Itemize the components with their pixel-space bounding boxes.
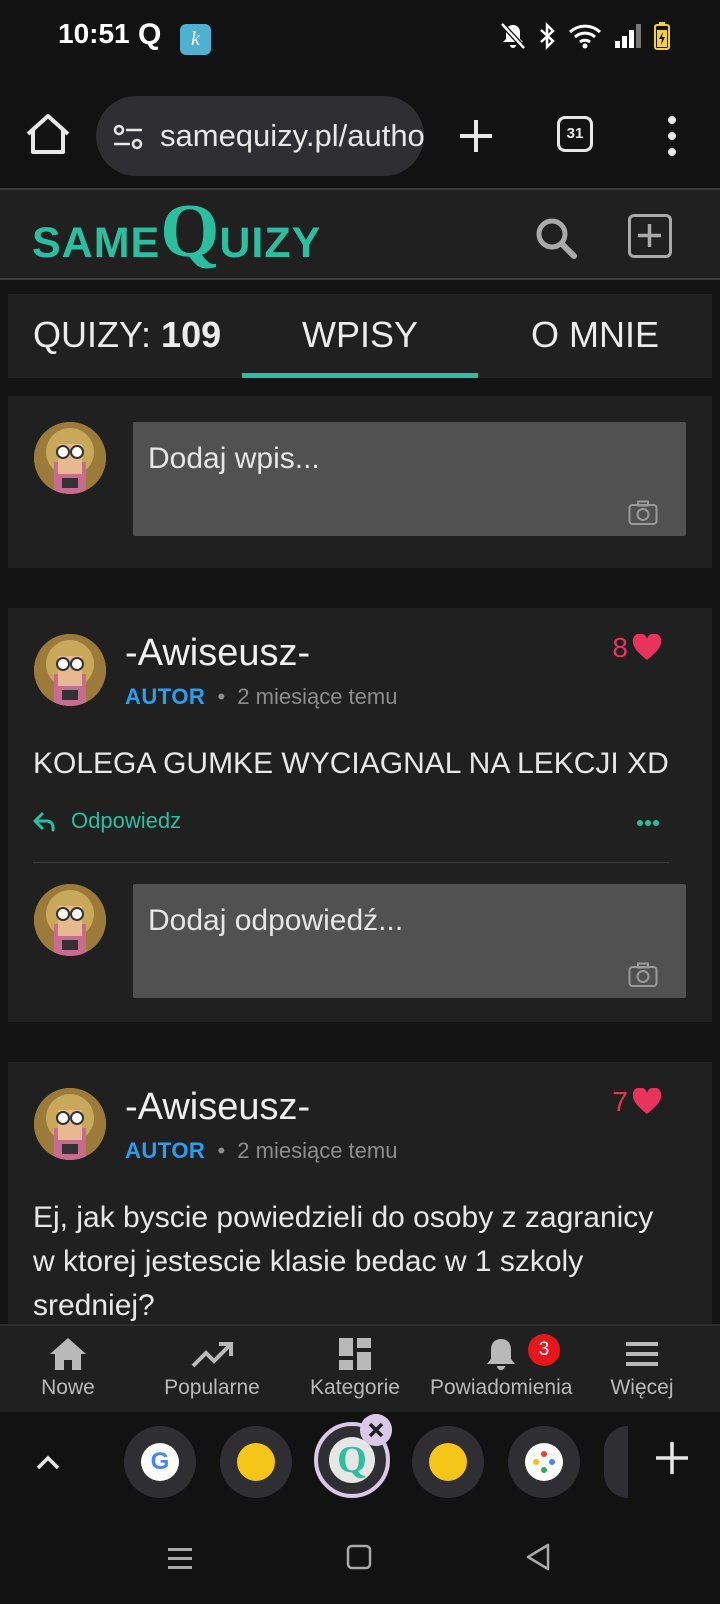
like-count: 7	[612, 1086, 628, 1117]
camera-icon[interactable]	[628, 500, 658, 526]
nav-item-powiadomienia[interactable]: 3 Powiadomienia	[430, 1334, 572, 1400]
nav-item-wiecej[interactable]: Więcej	[600, 1336, 684, 1400]
post-time: 2 miesiące temu	[237, 684, 398, 709]
reply-button[interactable]: Odpowiedz	[33, 808, 181, 834]
avatar-image	[34, 884, 106, 956]
status-time: 10:51	[58, 18, 130, 49]
keyboard-app-icon: k	[180, 24, 211, 55]
signal-icon	[615, 24, 641, 48]
heart-icon	[632, 634, 662, 660]
tab-o-mnie[interactable]: O MNIE	[478, 294, 712, 378]
avatar[interactable]	[34, 1088, 106, 1160]
status-bar: 10:51 Q k	[0, 0, 720, 80]
avatar-image	[34, 1088, 106, 1160]
active-tab-indicator	[242, 373, 478, 378]
app-face-icon	[237, 1443, 275, 1481]
chevron-up-icon[interactable]	[30, 1444, 66, 1480]
bluetooth-icon	[540, 22, 555, 50]
avatar-image	[34, 422, 106, 494]
close-icon[interactable]	[360, 1414, 392, 1446]
system-navigation-bar	[0, 1512, 720, 1604]
mute-icon	[500, 22, 526, 50]
tab-wpisy[interactable]: WPISY	[242, 294, 478, 378]
avatar[interactable]	[34, 422, 106, 494]
dots-icon	[525, 1443, 563, 1481]
nav-item-nowe[interactable]: Nowe	[28, 1336, 108, 1400]
post-meta: AUTOR • 2 miesiące temu	[125, 1138, 398, 1163]
post-author[interactable]: -Awiseusz-	[125, 1086, 310, 1129]
tab-photos[interactable]	[508, 1426, 580, 1498]
post-card: -Awiseusz- AUTOR • 2 miesiące temu 7 Ej,…	[8, 1062, 712, 1324]
site-bottom-nav: Nowe Popularne Kategorie 3 Powiadomienia…	[0, 1324, 720, 1412]
new-tab-icon[interactable]	[452, 112, 500, 160]
site-header: SAMEQUIZY	[0, 188, 720, 280]
avatar[interactable]	[34, 884, 106, 956]
recents-icon[interactable]	[166, 1546, 194, 1570]
like-count: 8	[612, 632, 628, 663]
site-settings-icon[interactable]	[112, 122, 144, 152]
nav-item-popularne[interactable]: Popularne	[158, 1336, 266, 1400]
heart-icon	[632, 1088, 662, 1114]
camera-icon[interactable]	[628, 962, 658, 988]
wifi-icon	[568, 24, 602, 49]
home-icon	[50, 1338, 86, 1370]
samequizy-logo[interactable]: SAMEQUIZY	[32, 193, 321, 274]
browser-toolbar: samequizy.pl/author/-Awiseusz- 31	[0, 80, 720, 188]
tab-app[interactable]	[412, 1426, 484, 1498]
dashboard-icon	[339, 1338, 371, 1370]
post-text: Ej, jak byscie powiedzieli do osoby z za…	[33, 1201, 654, 1322]
like-button[interactable]: 8	[612, 632, 662, 664]
add-tab-icon[interactable]	[652, 1438, 692, 1478]
more-options-icon[interactable]	[658, 114, 686, 158]
post-text: KOLEGA GUMKE WYCIAGNAL NA LEKCJI XD	[33, 747, 669, 780]
tab-app[interactable]	[220, 1426, 292, 1498]
tab-quizy[interactable]: QUIZY: 109	[33, 294, 221, 378]
author-role-badge: AUTOR	[125, 1138, 206, 1163]
app-face-icon	[429, 1443, 467, 1481]
home-icon[interactable]	[24, 106, 72, 162]
profile-tabs: QUIZY: 109 WPISY O MNIE	[8, 294, 712, 378]
tab-switcher-button[interactable]: 31	[557, 116, 593, 152]
tab-google[interactable]: G	[124, 1426, 196, 1498]
status-icons	[500, 22, 670, 50]
google-icon: G	[141, 1443, 179, 1481]
search-icon[interactable]	[532, 214, 580, 262]
url-text[interactable]: samequizy.pl/author/-Awiseusz-	[160, 118, 424, 154]
like-button[interactable]: 7	[612, 1086, 662, 1118]
home-nav-icon[interactable]	[346, 1544, 372, 1570]
post-author[interactable]: -Awiseusz-	[125, 632, 310, 675]
tab-group-strip: G Q	[0, 1412, 720, 1512]
plus-icon	[638, 224, 661, 247]
bell-icon	[487, 1339, 515, 1370]
quiz-count: 109	[161, 314, 222, 355]
divider	[33, 862, 669, 863]
avatar[interactable]	[34, 634, 106, 706]
nav-item-kategorie[interactable]: Kategorie	[300, 1336, 410, 1400]
q-app-icon: Q	[138, 18, 162, 51]
address-bar[interactable]: samequizy.pl/author/-Awiseusz-	[96, 96, 424, 176]
back-icon[interactable]	[524, 1542, 552, 1572]
avatar-image	[34, 634, 106, 706]
trending-icon	[191, 1342, 233, 1368]
more-options-icon[interactable]	[636, 818, 660, 828]
new-post-input[interactable]: Dodaj wpis...	[133, 422, 686, 536]
battery-icon	[654, 22, 670, 50]
post-meta: AUTOR • 2 miesiące temu	[125, 684, 398, 709]
add-quiz-button[interactable]	[628, 214, 672, 258]
tab-partial[interactable]	[604, 1426, 628, 1498]
menu-icon	[626, 1342, 658, 1366]
post-card: -Awiseusz- AUTOR • 2 miesiące temu 8 KOL…	[8, 608, 712, 1022]
reply-input[interactable]: Dodaj odpowiedź...	[133, 884, 686, 998]
new-post-composer: Dodaj wpis...	[8, 396, 712, 568]
notification-badge: 3	[528, 1334, 560, 1366]
reply-icon	[33, 812, 55, 832]
author-role-badge: AUTOR	[125, 684, 206, 709]
post-time: 2 miesiące temu	[237, 1138, 398, 1163]
